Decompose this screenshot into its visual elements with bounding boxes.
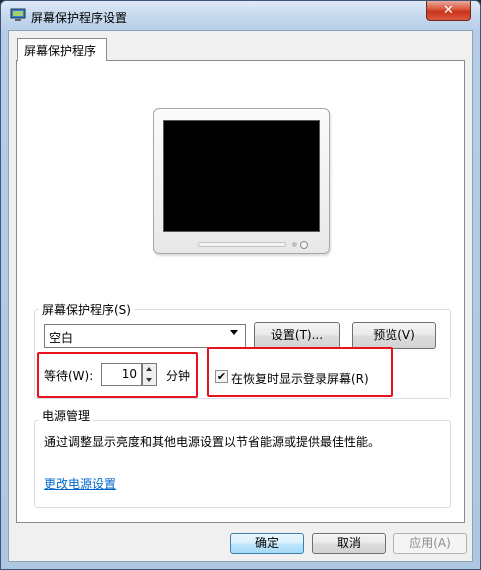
ok-button[interactable]: 确定 — [230, 533, 304, 554]
resume-checkbox[interactable]: ✔ — [215, 370, 228, 383]
apply-button[interactable]: 应用(A) — [393, 533, 467, 554]
resume-checkbox-label[interactable]: 在恢复时显示登录屏幕(R) — [231, 370, 369, 387]
preview-screen — [163, 120, 320, 232]
monitor-app-icon — [10, 8, 26, 22]
chevron-down-icon[interactable] — [230, 330, 238, 335]
wait-label: 等待(W): — [44, 369, 94, 383]
tab-label: 屏幕保护程序 — [24, 44, 97, 58]
change-power-settings-link[interactable]: 更改电源设置 — [44, 475, 116, 492]
cancel-button[interactable]: 取消 — [312, 533, 386, 554]
tab-screensaver[interactable]: 屏幕保护程序 — [17, 38, 107, 61]
screensaver-select[interactable]: 空白 — [44, 324, 246, 348]
monitor-power-icon — [300, 241, 308, 249]
monitor-led-icon — [292, 242, 297, 247]
minutes-label: 分钟 — [166, 369, 191, 383]
settings-button[interactable]: 设置(T)... — [254, 322, 340, 349]
window-title: 屏幕保护程序设置 — [31, 11, 128, 25]
power-group-label: 电源管理 — [39, 407, 94, 424]
preview-button[interactable]: 预览(V) — [352, 322, 436, 349]
screensaver-group-label: 屏幕保护程序(S) — [39, 301, 134, 318]
close-button[interactable]: ✕ — [426, 1, 471, 21]
wait-minutes-input[interactable]: 10 — [101, 363, 142, 386]
screensaver-selected-value: 空白 — [49, 331, 74, 345]
spin-up-icon[interactable] — [146, 367, 152, 371]
spin-down-icon[interactable] — [146, 378, 152, 382]
power-description: 通过调整显示亮度和其他电源设置以节省能源或提供最佳性能。 — [44, 435, 381, 449]
monitor-slot — [198, 242, 286, 247]
close-icon: ✕ — [443, 3, 454, 18]
